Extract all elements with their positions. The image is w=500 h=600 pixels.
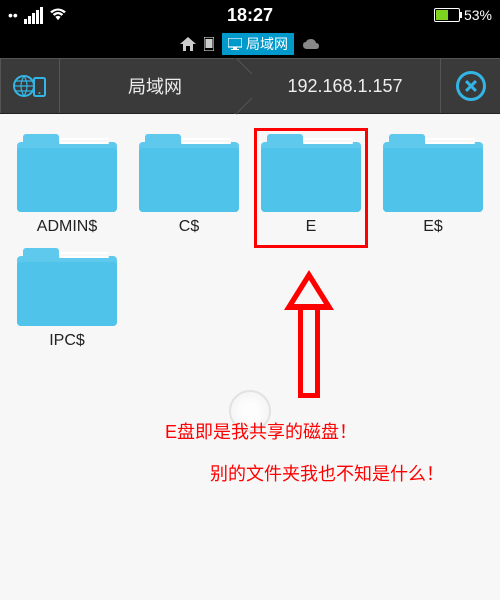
folder-item[interactable]: C$ bbox=[132, 134, 246, 236]
annotation-text-2: 别的文件夹我也不知是什么！ bbox=[210, 460, 444, 486]
folder-item[interactable]: IPC$ bbox=[10, 248, 124, 350]
nav-location[interactable]: 局域网 bbox=[60, 59, 250, 113]
annotation-text-1: E盘即是我共享的磁盘！ bbox=[165, 418, 357, 444]
battery-percent: 53% bbox=[464, 7, 492, 23]
cloud-icon[interactable] bbox=[302, 38, 320, 50]
status-bar: •• 18:27 53% bbox=[0, 0, 500, 30]
folder-item[interactable]: ADMIN$ bbox=[10, 134, 124, 236]
home-icon[interactable] bbox=[180, 37, 196, 51]
close-icon bbox=[456, 71, 486, 101]
folder-label: E bbox=[306, 218, 317, 236]
folder-grid: ADMIN$ C$ E E$ IPC$ bbox=[0, 114, 500, 370]
signal-dots-icon: •• bbox=[8, 7, 18, 23]
nav-ip[interactable]: 192.168.1.157 bbox=[250, 59, 440, 113]
breadcrumb-active[interactable]: 局域网 bbox=[222, 33, 294, 55]
folder-label: E$ bbox=[423, 218, 443, 236]
folder-item[interactable]: E bbox=[254, 134, 368, 236]
folder-icon bbox=[17, 134, 117, 212]
folder-icon bbox=[261, 134, 361, 212]
breadcrumb: 局域网 bbox=[0, 30, 500, 58]
wifi-icon bbox=[49, 8, 67, 22]
phone-icon[interactable] bbox=[204, 37, 214, 51]
monitor-icon bbox=[228, 38, 242, 50]
close-button[interactable] bbox=[440, 59, 500, 113]
nav-bar: 局域网 192.168.1.157 bbox=[0, 58, 500, 114]
battery-icon bbox=[434, 8, 460, 22]
folder-label: C$ bbox=[179, 218, 199, 236]
folder-label: ADMIN$ bbox=[37, 218, 97, 236]
network-devices-button[interactable] bbox=[0, 59, 60, 113]
folder-icon bbox=[383, 134, 483, 212]
folder-icon bbox=[139, 134, 239, 212]
status-time: 18:27 bbox=[227, 5, 273, 26]
signal-bars-icon bbox=[24, 7, 43, 24]
folder-item[interactable]: E$ bbox=[376, 134, 490, 236]
folder-icon bbox=[17, 248, 117, 326]
folder-label: IPC$ bbox=[49, 332, 85, 350]
